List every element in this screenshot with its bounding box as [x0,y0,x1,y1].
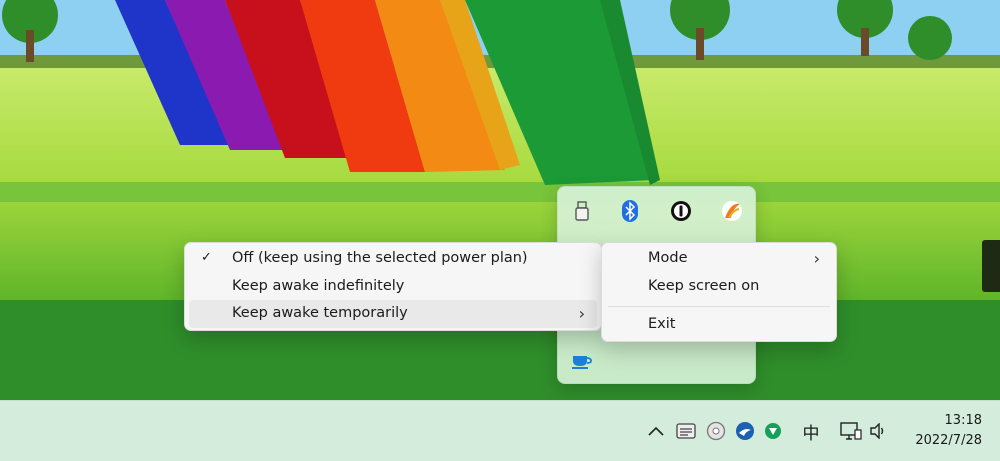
disc-icon[interactable] [705,420,727,442]
menu-item-mode[interactable]: Mode › [606,245,832,273]
clock-date: 2022/7/28 [915,433,982,448]
bird-app-icon[interactable] [734,420,756,442]
menu-item-label: Mode [648,250,688,266]
menu-item-label: Off (keep using the selected power plan) [232,250,528,266]
menu-item-keep-awake-temporarily[interactable]: Keep awake temporarily › [189,300,597,328]
system-clock[interactable]: 13:18 2022/7/28 [915,411,982,451]
speaker-icon[interactable] [867,420,889,442]
side-panel-handle[interactable] [982,240,1000,292]
menu-item-keep-screen-on[interactable]: Keep screen on [606,273,832,301]
chevron-up-icon[interactable] [645,420,667,442]
desktop-wallpaper [0,0,1000,400]
awake-submenu: ✓ Off (keep using the selected power pla… [184,242,602,331]
checkmark-icon: ✓ [201,250,212,265]
monitor-icon[interactable] [840,420,862,442]
menu-item-label: Keep awake temporarily [232,305,408,321]
menu-item-keep-awake-indefinitely[interactable]: Keep awake indefinitely [189,273,597,301]
tray-app-icon[interactable] [675,420,697,442]
clock-time: 13:18 [944,413,982,428]
app-orange-icon[interactable] [720,199,744,223]
menu-item-label: Keep screen on [648,278,760,294]
taskbar: 中 13:18 2022/7/28 [0,400,1000,461]
awake-context-menu: Mode › Keep screen on Exit [601,242,837,342]
usb-drive-icon[interactable] [570,199,594,223]
menu-item-label: Exit [648,316,676,332]
menu-item-off[interactable]: ✓ Off (keep using the selected power pla… [189,245,597,273]
bluetooth-icon[interactable] [618,199,642,223]
chevron-right-icon: › [578,304,585,323]
menu-item-label: Keep awake indefinitely [232,278,405,294]
ime-indicator[interactable]: 中 [800,420,822,444]
onepassword-icon[interactable] [669,199,693,223]
menu-separator [608,306,830,307]
awake-coffee-icon[interactable] [570,349,594,373]
menu-item-exit[interactable]: Exit [606,311,832,339]
chevron-right-icon: › [813,249,820,268]
green-app-icon[interactable] [762,420,784,442]
